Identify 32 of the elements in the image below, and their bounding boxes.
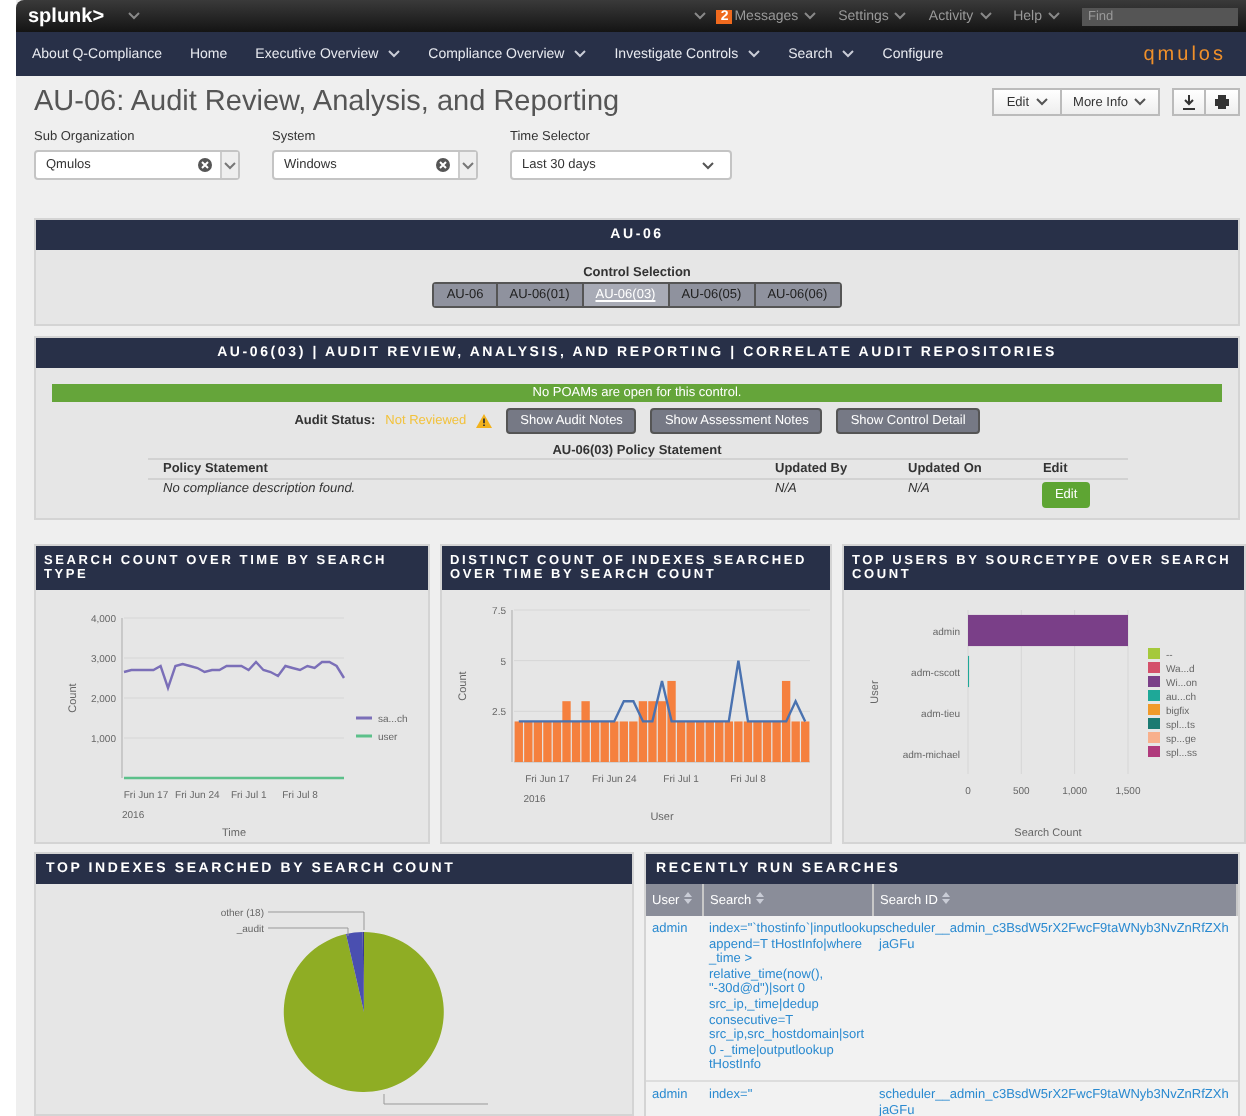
caret-icon [1035,98,1048,106]
clear-icon [198,158,212,172]
leader-line [383,1093,489,1105]
warning-icon [476,414,493,428]
caret-icon [979,12,992,20]
brand-logo: qmulos [1143,43,1226,65]
legend-swatch [1148,662,1160,673]
sort-icon [683,892,692,904]
caret-icon [1134,98,1146,106]
caret-icon [894,12,907,20]
print-button[interactable] [1204,88,1240,116]
caret-icon [462,161,474,169]
caret-icon [1048,12,1060,20]
download-button[interactable] [1172,88,1206,116]
download-icon [1182,94,1196,110]
legend-swatch [1148,648,1160,659]
legend-swatch [1148,690,1160,701]
legend-swatch [1148,718,1160,729]
caret-icon [694,12,707,20]
caret-icon [702,161,714,169]
caret-icon [224,161,236,169]
legend-swatch [1148,746,1160,757]
legend-swatch [1148,704,1160,715]
legend-swatch [1148,732,1160,743]
legend-swatch [1148,676,1160,687]
clear-icon [436,158,450,172]
caret-icon [128,12,141,20]
page-title: AU-06: Audit Review, Analysis, and Reporting [34,86,620,118]
sort-icon [941,892,950,904]
splunk-logo[interactable]: splunk> [28,5,105,27]
caret-icon [804,12,817,20]
sort-icon [755,892,764,904]
